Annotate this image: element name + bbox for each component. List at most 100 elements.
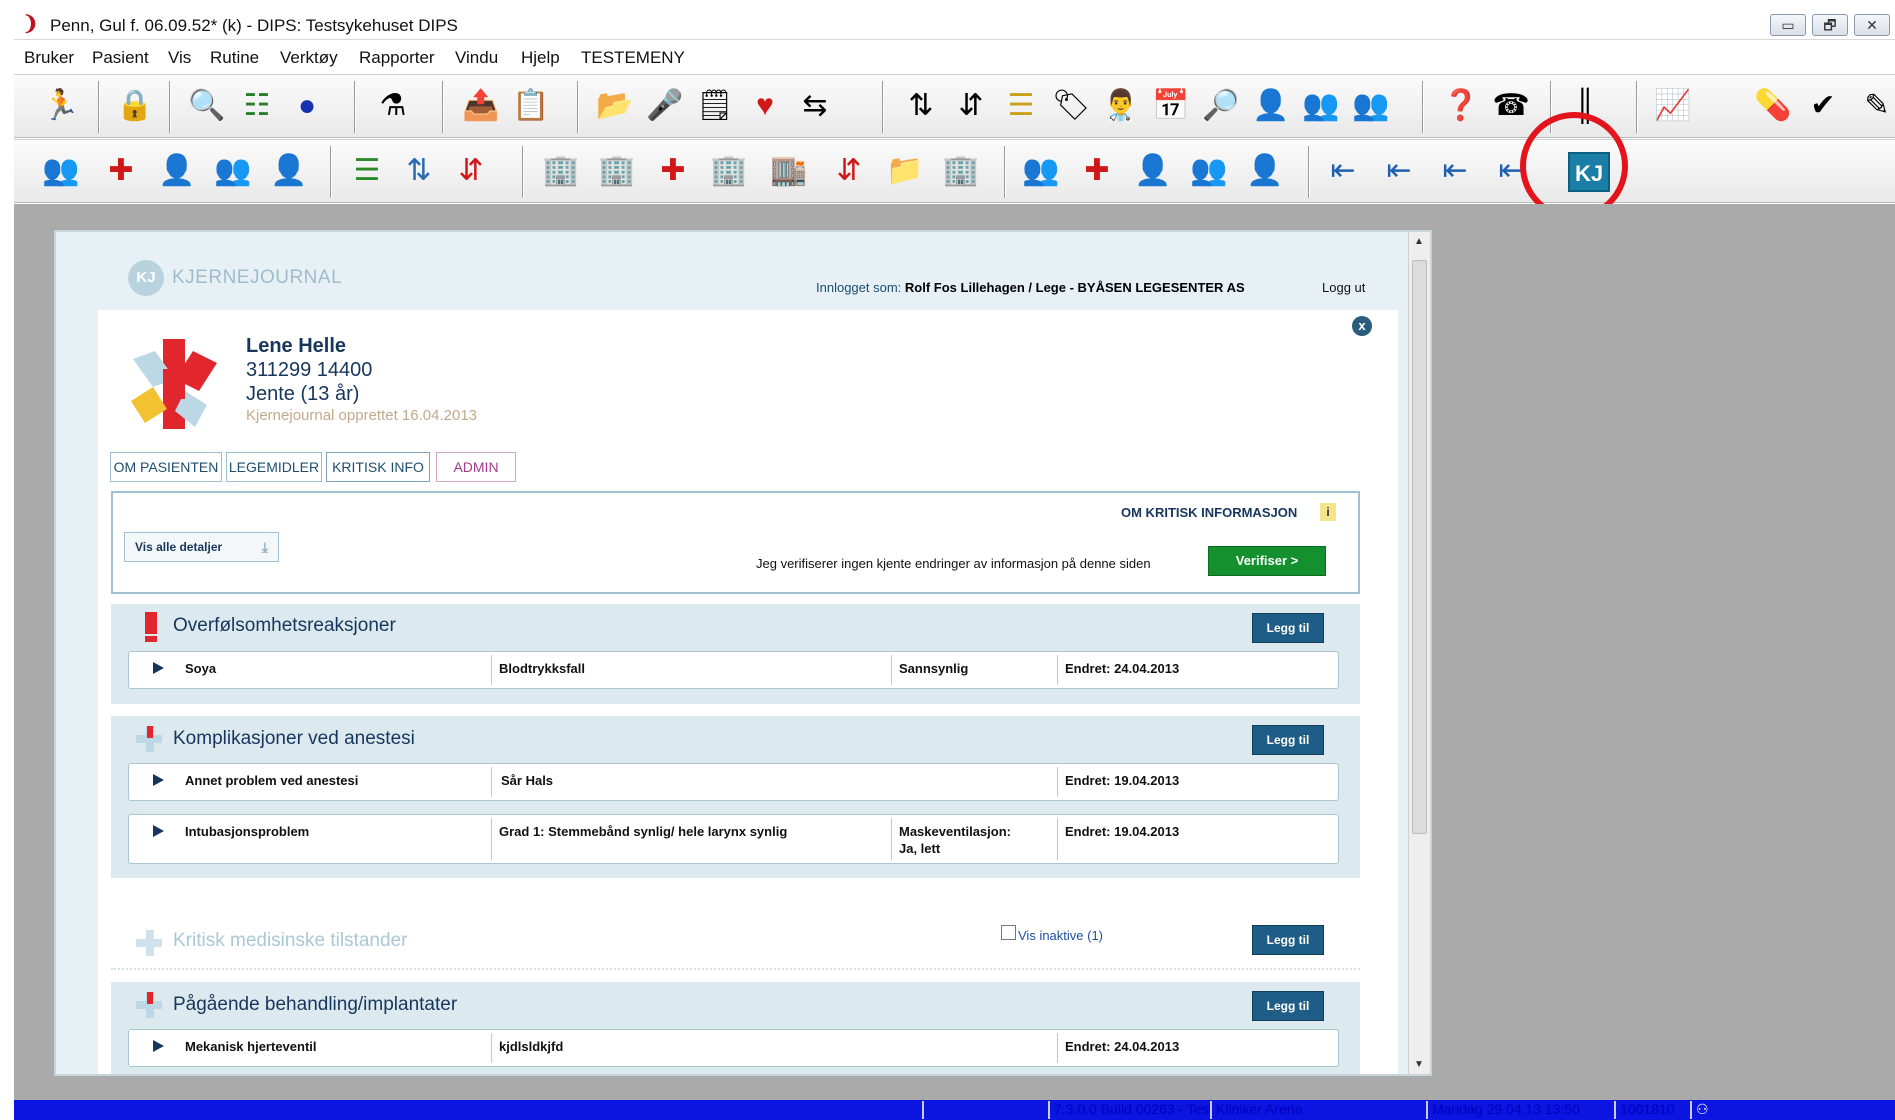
divider <box>1057 818 1058 860</box>
building-list-icon[interactable]: 🏢 <box>938 148 984 194</box>
menu-vindu[interactable]: Vindu <box>455 48 498 68</box>
staff-group-2-icon[interactable]: 👥 <box>1186 148 1232 194</box>
menu-hjelp[interactable]: Hjelp <box>521 48 560 68</box>
chart-icon[interactable]: 📈 <box>1650 83 1696 129</box>
phone-icon[interactable]: ☎ <box>1488 83 1534 129</box>
building-document-icon[interactable]: 🏢 <box>706 148 752 194</box>
tag-icon[interactable]: 🏷 <box>1048 83 1094 129</box>
patient-document-icon[interactable]: 👤 <box>154 148 200 194</box>
building-patients-icon[interactable]: 🏢 <box>594 148 640 194</box>
expand-icon[interactable] <box>153 662 164 674</box>
folder-building-icon[interactable]: 📁 <box>882 148 928 194</box>
tab-legemidler[interactable]: LEGEMIDLER <box>226 452 322 482</box>
scrollbar[interactable]: ▲ ▼ <box>1408 232 1430 1074</box>
calendar-icon[interactable]: 📅 <box>1148 83 1194 129</box>
staff-add-icon[interactable]: ✚ <box>1074 148 1120 194</box>
building-sort-icon[interactable]: ⇵ <box>826 148 872 194</box>
table-search-icon[interactable]: 🔎 <box>1198 83 1244 129</box>
microphone-icon[interactable]: 🎤 <box>642 83 688 129</box>
divider <box>1057 655 1058 685</box>
menu-vis[interactable]: Vis <box>168 48 191 68</box>
exit-patient-icon[interactable]: 🏃 <box>38 83 84 129</box>
show-all-details-button[interactable]: Vis alle detaljer ⤓ <box>124 532 279 562</box>
staff-check-2-icon[interactable]: 👤 <box>1242 148 1288 194</box>
legg-til-button[interactable]: Legg til <box>1252 613 1324 643</box>
alarm-light-icon[interactable]: ● <box>284 83 330 129</box>
building-add-icon[interactable]: ✚ <box>650 148 696 194</box>
sort-list-icon[interactable]: ⇅ <box>898 83 944 129</box>
legg-til-button[interactable]: Legg til <box>1252 725 1324 755</box>
import-icon[interactable]: ⇤ <box>1320 148 1366 194</box>
tab-kritisk-info[interactable]: KRITISK INFO <box>326 452 430 482</box>
minimize-button[interactable]: ▭ <box>1770 14 1806 36</box>
patient-search-icon[interactable]: 🔍 <box>184 83 230 129</box>
legg-til-button[interactable]: Legg til <box>1252 925 1324 955</box>
menu-verktoy[interactable]: Verktøy <box>280 48 338 68</box>
verify-button[interactable]: Verifiser > <box>1208 546 1326 576</box>
lock-icon[interactable]: 🔒 <box>112 83 158 129</box>
row-reaction: kjdlsldkjfd <box>499 1039 564 1054</box>
tree-icon[interactable]: ☷ <box>234 83 280 129</box>
building-icon[interactable]: 🏢 <box>538 148 584 194</box>
menu-rutine[interactable]: Rutine <box>210 48 259 68</box>
patient-check-icon[interactable]: 👤 <box>266 148 312 194</box>
transfer-document-icon[interactable]: ⇆ <box>792 83 838 129</box>
restore-button[interactable]: 🗗 <box>1812 14 1848 36</box>
medication-icon[interactable]: 💊 <box>1750 83 1796 129</box>
staff-patients-icon[interactable]: 👥 <box>1018 148 1064 194</box>
row-reaction: Grad 1: Stemmebånd synlig/ hele larynx s… <box>499 824 788 839</box>
row-changed: Endret: 24.04.2013 <box>1065 661 1180 676</box>
scroll-down-icon[interactable]: ▼ <box>1414 1059 1424 1070</box>
menu-bruker[interactable]: Bruker <box>24 48 74 68</box>
table-row[interactable]: Mekanisk hjerteventil kjdlsldkjfd Endret… <box>128 1029 1339 1067</box>
clipboard-icon[interactable]: 📋 <box>508 83 554 129</box>
tab-admin[interactable]: ADMIN <box>436 452 516 482</box>
list-icon[interactable]: ☰ <box>344 148 390 194</box>
document-arrow-icon[interactable]: 📤 <box>458 83 504 129</box>
close-icon[interactable]: x <box>1352 316 1372 336</box>
scroll-up-icon[interactable]: ▲ <box>1414 236 1424 247</box>
expand-icon[interactable] <box>153 825 164 837</box>
expand-icon[interactable] <box>153 774 164 786</box>
sort-patient-icon[interactable]: ⇵ <box>948 83 994 129</box>
staff-document-2-icon[interactable]: 👤 <box>1130 148 1176 194</box>
info-icon[interactable]: i <box>1320 503 1336 521</box>
section-title: Komplikasjoner ved anestesi <box>173 728 415 749</box>
prescription-icon[interactable]: ✎ <box>1854 83 1895 129</box>
bed-list-icon[interactable]: ☰ <box>998 83 1044 129</box>
show-inactive-checkbox[interactable] <box>1001 925 1016 940</box>
help-folder-icon[interactable]: ❓ <box>1438 83 1484 129</box>
legg-til-button[interactable]: Legg til <box>1252 991 1324 1021</box>
buildings-icon[interactable]: 🏬 <box>766 148 812 194</box>
menu-testemeny[interactable]: TESTEMENY <box>581 48 685 68</box>
patients-icon[interactable]: 👥 <box>38 148 84 194</box>
table-row[interactable]: Annet problem ved anestesi Sår Hals Endr… <box>128 763 1339 801</box>
show-inactive-label[interactable]: Vis inaktive (1) <box>1018 928 1103 943</box>
table-row[interactable]: Soya Blodtrykksfall Sannsynlig Endret: 2… <box>128 651 1339 689</box>
lab-flask-icon[interactable]: ⚗ <box>370 83 416 129</box>
import-document-icon[interactable]: ⇤ <box>1376 148 1422 194</box>
list-arrows-icon[interactable]: ⇅ <box>396 148 442 194</box>
doctor-document-icon[interactable]: 👨‍⚕ <box>1098 83 1144 129</box>
scrollbar-thumb[interactable] <box>1412 260 1427 834</box>
patient-add-icon[interactable]: ✚ <box>98 148 144 194</box>
folder-document-icon[interactable]: 📂 <box>592 83 638 129</box>
patient-group-icon[interactable]: 👥 <box>210 148 256 194</box>
row-name: Annet problem ved anestesi <box>185 773 359 788</box>
staff-check-icon[interactable]: 👥 <box>1348 83 1394 129</box>
divider <box>891 655 892 685</box>
staff-group-icon[interactable]: 👥 <box>1298 83 1344 129</box>
list-sort-icon[interactable]: ⇵ <box>448 148 494 194</box>
close-window-button[interactable]: ✕ <box>1854 14 1890 36</box>
logout-link[interactable]: Logg ut <box>1322 280 1365 295</box>
menu-pasient[interactable]: Pasient <box>92 48 149 68</box>
heart-icon[interactable]: ♥ <box>742 83 788 129</box>
import-group-icon[interactable]: ⇤ <box>1432 148 1478 194</box>
menu-rapporter[interactable]: Rapporter <box>359 48 435 68</box>
table-row[interactable]: Intubasjonsproblem Grad 1: Stemmebånd sy… <box>128 814 1339 864</box>
expand-icon[interactable] <box>153 1040 164 1052</box>
medication-check-icon[interactable]: ✔ <box>1800 83 1846 129</box>
tab-om-pasienten[interactable]: OM PASIENTEN <box>110 452 222 482</box>
note-icon[interactable]: 🗒 <box>692 83 738 129</box>
staff-document-icon[interactable]: 👤 <box>1248 83 1294 129</box>
